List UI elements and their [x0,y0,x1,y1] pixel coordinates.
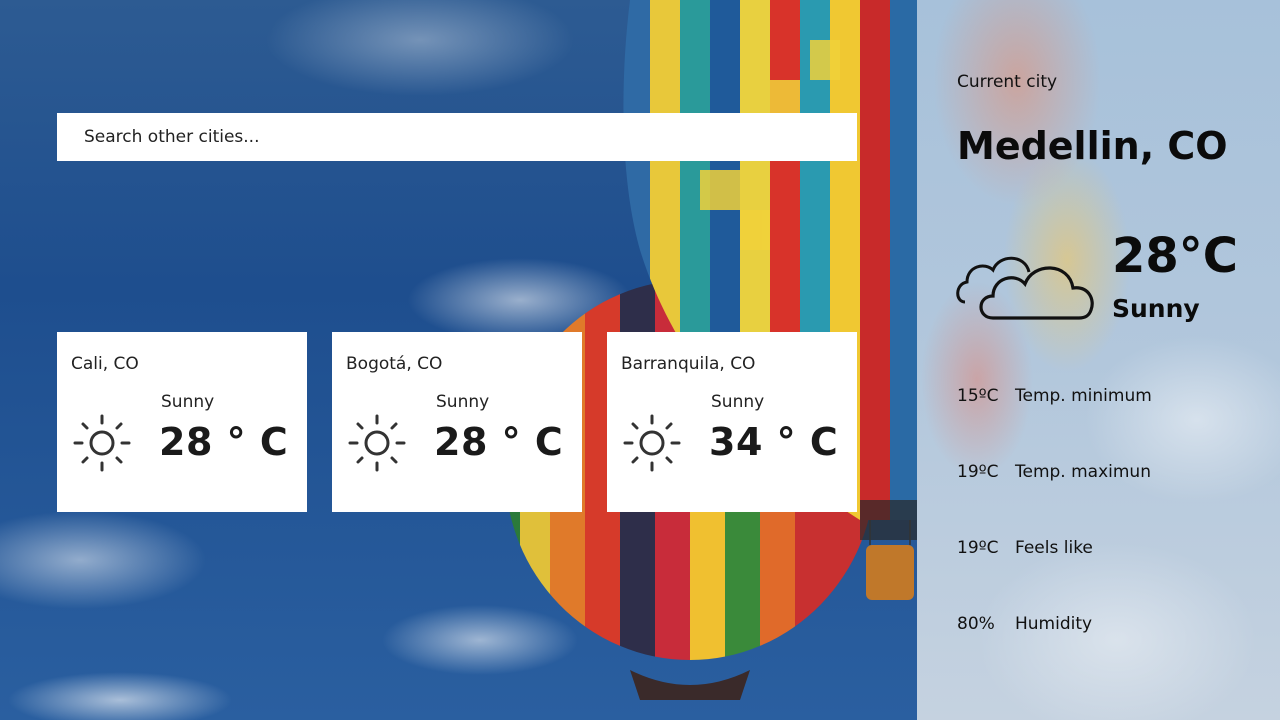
current-condition: Sunny [1112,294,1200,323]
search-input[interactable] [84,113,830,161]
current-city-panel: Current city Medellin, CO 28°C Sunny 15º… [917,0,1280,720]
stat-value: 15ºC [957,386,999,406]
city-card-bogota[interactable]: Bogotá, CO Sunny 28 ° C [332,332,582,512]
current-city-name: Medellin, CO [957,124,1228,168]
sun-icon [73,414,131,472]
city-card-cali[interactable]: Cali, CO Sunny 28 ° C [57,332,307,512]
stat-label: Feels like [1015,538,1093,558]
city-condition: Sunny [711,392,765,412]
stat-temp-minimum: 15ºC Temp. minimum [957,386,1152,406]
city-card-barranquila[interactable]: Barranquila, CO Sunny 34 ° C [607,332,857,512]
city-name: Bogotá, CO [346,354,443,374]
stat-feels-like: 19ºC Feels like [957,538,1093,558]
stat-value: 19ºC [957,462,999,482]
current-temperature: 28°C [1112,228,1239,284]
current-city-label: Current city [957,72,1058,92]
city-name: Barranquila, CO [621,354,756,374]
stat-value: 19ºC [957,538,999,558]
sun-icon [623,414,681,472]
city-name: Cali, CO [71,354,139,374]
cloud-icon [956,256,1094,320]
city-temperature: 28 ° C [434,420,564,464]
city-condition: Sunny [436,392,490,412]
stat-value: 80% [957,614,995,634]
stat-label: Humidity [1015,614,1093,634]
stat-label: Temp. maximun [1015,462,1151,482]
sun-icon [348,414,406,472]
stat-temp-maximum: 19ºC Temp. maximun [957,462,1151,482]
city-temperature: 34 ° C [709,420,839,464]
stat-humidity: 80% Humidity [957,614,1092,634]
city-temperature: 28 ° C [159,420,289,464]
city-condition: Sunny [161,392,215,412]
search-bar [57,113,857,161]
stat-label: Temp. minimum [1015,386,1152,406]
